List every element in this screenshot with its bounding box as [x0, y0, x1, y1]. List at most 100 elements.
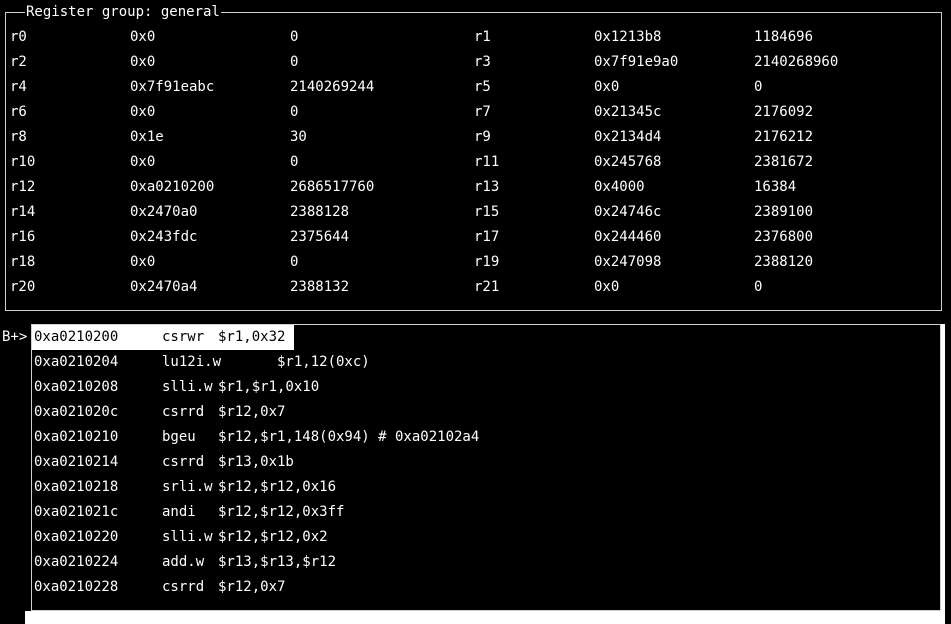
- register-hex: 0x247098: [594, 254, 662, 270]
- register-hex: 0x0: [594, 79, 620, 95]
- register-name: r0: [10, 29, 27, 45]
- asm-mnemonic: add.w: [162, 554, 205, 570]
- register-row: r14 0x2470a0 2388128 r15 0x24746c 2389100: [0, 200, 940, 225]
- asm-operands: $r1,$r1,0x10: [218, 379, 320, 395]
- register-row: r10 0x0 0 r11 0x245768 2381672: [0, 150, 940, 175]
- asm-operands: $r12,$r12,0x2: [218, 529, 328, 545]
- register-hex: 0x1e: [130, 129, 164, 145]
- register-hex: 0x243fdc: [130, 229, 198, 245]
- register-dec: 1184696: [754, 29, 814, 45]
- register-dec: 2381672: [754, 154, 814, 170]
- asm-address: 0xa0210220: [34, 529, 119, 545]
- asm-line-current[interactable]: 0xa0210200 csrwr $r1,0x32: [32, 325, 294, 350]
- asm-address: 0xa0210210: [34, 429, 119, 445]
- register-hex: 0x245768: [594, 154, 662, 170]
- asm-address: 0xa0210204: [34, 354, 119, 370]
- register-hex: 0x1213b8: [594, 29, 662, 45]
- register-dec: 0: [754, 79, 763, 95]
- register-dec: 0: [290, 29, 299, 45]
- asm-operands: $r1,0x32: [218, 329, 286, 345]
- asm-mnemonic: slli.w: [162, 379, 213, 395]
- register-name: r2: [10, 54, 27, 70]
- asm-address: 0xa0210208: [34, 379, 119, 395]
- asm-address: 0xa0210200: [34, 329, 119, 345]
- register-dec: 30: [290, 129, 307, 145]
- register-dec: 0: [290, 254, 299, 270]
- register-hex: 0x2470a0: [130, 204, 198, 220]
- register-dec: 2686517760: [290, 179, 375, 195]
- asm-address: 0xa0210218: [34, 479, 119, 495]
- register-row: r16 0x243fdc 2375644 r17 0x244460 2376800: [0, 225, 940, 250]
- asm-panel-shadow-right: [941, 324, 945, 614]
- register-dec: 2389100: [754, 204, 814, 220]
- asm-operands: $r12,$r12,0x3ff: [218, 504, 345, 520]
- register-name: r8: [10, 129, 27, 145]
- asm-mnemonic: csrwr: [162, 329, 205, 345]
- register-hex: 0x0: [130, 29, 156, 45]
- asm-address: 0xa0210224: [34, 554, 119, 570]
- register-dec: 0: [290, 154, 299, 170]
- register-dec: 0: [290, 54, 299, 70]
- register-name: r20: [10, 279, 36, 295]
- asm-mnemonic: bgeu: [162, 429, 196, 445]
- register-dec: 0: [290, 104, 299, 120]
- register-dec: 2176212: [754, 129, 814, 145]
- register-name: r18: [10, 254, 36, 270]
- register-hex: 0x21345c: [594, 104, 662, 120]
- register-hex: 0x24746c: [594, 204, 662, 220]
- register-hex: 0x2470a4: [130, 279, 198, 295]
- register-name: r15: [474, 204, 500, 220]
- breakpoint-marker: B+>: [2, 329, 28, 345]
- register-hex: 0x7f91e9a0: [594, 54, 679, 70]
- register-name: r12: [10, 179, 36, 195]
- asm-operands: $r12,0x7: [218, 404, 286, 420]
- register-hex: 0x2134d4: [594, 129, 662, 145]
- register-dec: 2376800: [754, 229, 814, 245]
- register-dec: 2388132: [290, 279, 350, 295]
- asm-mnemonic: lu12i.w: [162, 354, 222, 370]
- register-hex: 0xa0210200: [130, 179, 215, 195]
- register-dec: 2388120: [754, 254, 814, 270]
- register-name: r14: [10, 204, 36, 220]
- register-hex: 0x0: [594, 279, 620, 295]
- asm-operands: $r13,0x1b: [218, 454, 294, 470]
- asm-operands: $r12,$r12,0x16: [218, 479, 337, 495]
- register-panel-title: Register group: general: [25, 4, 221, 21]
- register-name: r13: [474, 179, 500, 195]
- register-name: r6: [10, 104, 27, 120]
- asm-mnemonic: csrrd: [162, 404, 205, 420]
- register-name: r16: [10, 229, 36, 245]
- asm-mnemonic: slli.w: [162, 529, 213, 545]
- asm-address: 0xa021020c: [34, 404, 119, 420]
- asm-operands: $r13,$r13,$r12: [218, 554, 337, 570]
- register-name: r17: [474, 229, 500, 245]
- register-dec: 16384: [754, 179, 797, 195]
- register-dec: 2140268960: [754, 54, 839, 70]
- asm-operands: $r12,0x7: [218, 579, 286, 595]
- asm-address: 0xa0210214: [34, 454, 119, 470]
- register-dec: 2375644: [290, 229, 350, 245]
- register-dec: 2140269244: [290, 79, 375, 95]
- register-dec: 0: [754, 279, 763, 295]
- register-hex: 0x0: [130, 254, 156, 270]
- register-row: r4 0x7f91eabc 2140269244 r5 0x0 0: [0, 75, 940, 100]
- register-hex: 0x4000: [594, 179, 645, 195]
- register-name: r9: [474, 129, 491, 145]
- asm-operands: $r1,12(0xc): [218, 354, 370, 370]
- register-row: r2 0x0 0 r3 0x7f91e9a0 2140268960: [0, 50, 940, 75]
- register-name: r11: [474, 154, 500, 170]
- asm-address: 0xa021021c: [34, 504, 119, 520]
- register-row: r8 0x1e 30 r9 0x2134d4 2176212: [0, 125, 940, 150]
- asm-address: 0xa0210228: [34, 579, 119, 595]
- register-name: r19: [474, 254, 500, 270]
- register-name: r21: [474, 279, 500, 295]
- asm-operands: $r12,$r1,148(0x94) # 0xa02102a4: [218, 429, 480, 445]
- register-row: r6 0x0 0 r7 0x21345c 2176092: [0, 100, 940, 125]
- register-name: r1: [474, 29, 491, 45]
- asm-mnemonic: srli.w: [162, 479, 213, 495]
- register-name: r4: [10, 79, 27, 95]
- register-name: r3: [474, 54, 491, 70]
- register-name: r10: [10, 154, 36, 170]
- register-hex: 0x244460: [594, 229, 662, 245]
- register-name: r7: [474, 104, 491, 120]
